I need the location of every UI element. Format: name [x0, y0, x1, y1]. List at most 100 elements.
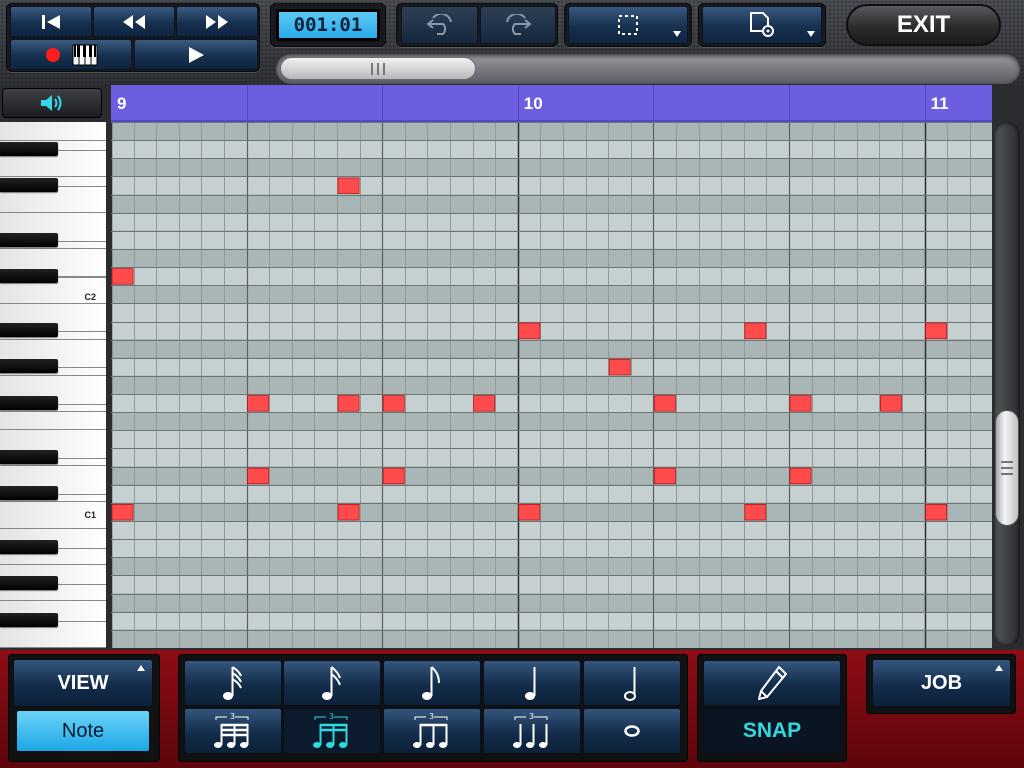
midi-note[interactable] [337, 395, 360, 412]
piano-black-key[interactable] [0, 233, 58, 247]
piano-keyboard[interactable]: C2 C1 [0, 122, 106, 648]
midi-note[interactable] [608, 358, 631, 376]
note-row[interactable] [111, 593, 992, 612]
horizontal-scroll-thumb[interactable] [280, 57, 476, 80]
fast-forward-button[interactable] [176, 6, 258, 37]
note-row[interactable] [111, 122, 992, 141]
note-row[interactable] [111, 248, 992, 268]
vertical-scroll-thumb[interactable] [995, 410, 1019, 526]
note-row[interactable] [111, 539, 992, 558]
note-row[interactable] [111, 611, 992, 630]
note-row[interactable] [111, 375, 992, 395]
note-whole-button[interactable] [583, 708, 681, 754]
note-row[interactable] [111, 448, 992, 467]
redo-button[interactable] [480, 6, 556, 44]
midi-note[interactable] [789, 395, 812, 412]
note-8th-button[interactable] [383, 660, 481, 706]
midi-note[interactable] [925, 322, 948, 340]
select-mode-button[interactable] [568, 6, 688, 44]
note-16th-triplet-button[interactable]: 3 [283, 708, 381, 754]
rewind-button[interactable] [93, 6, 175, 37]
piano-black-key[interactable] [0, 142, 58, 156]
note-row[interactable] [111, 521, 992, 540]
note-half-button[interactable] [583, 660, 681, 706]
piano-black-key[interactable] [0, 450, 58, 464]
midi-note[interactable] [744, 322, 767, 340]
job-button[interactable]: JOB [872, 659, 1011, 707]
vertical-scrollbar[interactable] [994, 122, 1020, 646]
note-row[interactable] [111, 176, 992, 195]
note-row[interactable] [111, 212, 992, 231]
midi-note[interactable] [925, 503, 948, 521]
note-row[interactable] [111, 466, 992, 485]
midi-note[interactable] [654, 395, 676, 412]
piano-black-key[interactable] [0, 576, 58, 590]
note-row[interactable] [111, 629, 992, 648]
piano-black-key[interactable] [0, 178, 58, 192]
piano-black-key[interactable] [0, 269, 58, 283]
note-row[interactable] [111, 484, 992, 503]
file-settings-button[interactable] [702, 6, 822, 44]
undo-button[interactable] [401, 6, 478, 44]
midi-note[interactable] [111, 503, 134, 521]
midi-note[interactable] [337, 503, 360, 521]
note-8th-triplet-button[interactable]: 3 [383, 708, 481, 754]
note-row[interactable] [111, 412, 992, 431]
midi-note[interactable] [247, 467, 270, 485]
pencil-tool-button[interactable] [703, 660, 841, 706]
piano-roll-canvas[interactable]: 9 10 11 [111, 85, 992, 648]
midi-note[interactable] [473, 395, 496, 412]
record-icon [46, 47, 60, 62]
piano-white-key[interactable] [0, 412, 106, 430]
note-row[interactable] [111, 394, 992, 413]
piano-black-key[interactable] [0, 323, 58, 337]
horizontal-scrollbar[interactable] [276, 54, 1020, 84]
note-row[interactable] [111, 321, 992, 340]
play-button[interactable] [134, 39, 258, 70]
piano-black-key[interactable] [0, 486, 58, 500]
piano-white-key[interactable] [0, 122, 106, 141]
midi-note[interactable] [111, 268, 134, 285]
midi-note[interactable] [744, 503, 767, 521]
note-row[interactable] [111, 285, 992, 304]
note-row[interactable] [111, 158, 992, 177]
piano-black-key[interactable] [0, 613, 58, 627]
record-button[interactable] [10, 39, 132, 70]
midi-note[interactable] [247, 395, 270, 412]
skip-to-start-button[interactable] [10, 6, 92, 37]
note-row[interactable] [111, 575, 992, 594]
midi-note[interactable] [382, 395, 405, 412]
note-row[interactable] [111, 430, 992, 449]
note-row[interactable] [111, 230, 992, 249]
timeline-ruler[interactable] [111, 85, 992, 122]
note-row[interactable] [111, 502, 992, 522]
piano-roll-grid[interactable]: 9 10 11 [111, 85, 992, 648]
midi-note[interactable] [337, 177, 360, 194]
preview-sound-button[interactable] [2, 88, 102, 118]
midi-note[interactable] [382, 467, 405, 485]
note-row[interactable] [111, 140, 992, 159]
exit-button[interactable]: EXIT [846, 4, 1001, 46]
note-32nd-button[interactable] [184, 660, 282, 706]
piano-black-key[interactable] [0, 540, 58, 554]
view-button[interactable]: VIEW [13, 659, 153, 707]
midi-note[interactable] [518, 503, 541, 521]
midi-note[interactable] [789, 467, 812, 485]
note-row[interactable] [111, 339, 992, 358]
note-row[interactable] [111, 194, 992, 213]
note-16th-button[interactable] [283, 660, 381, 706]
note-row[interactable] [111, 303, 992, 322]
midi-note[interactable] [518, 322, 541, 340]
view-mode-note[interactable]: Note [16, 710, 150, 752]
midi-note[interactable] [880, 395, 902, 412]
piano-black-key[interactable] [0, 396, 58, 410]
note-row[interactable] [111, 267, 992, 286]
snap-toggle[interactable]: SNAP [703, 708, 841, 754]
note-row[interactable] [111, 557, 992, 576]
note-32nd-triplet-button[interactable]: 3 [184, 708, 282, 754]
note-quarter-triplet-button[interactable]: 3 [483, 708, 581, 754]
midi-note[interactable] [654, 467, 676, 485]
note-quarter-button[interactable] [483, 660, 581, 706]
piano-black-key[interactable] [0, 359, 58, 373]
note-row[interactable] [111, 357, 992, 376]
